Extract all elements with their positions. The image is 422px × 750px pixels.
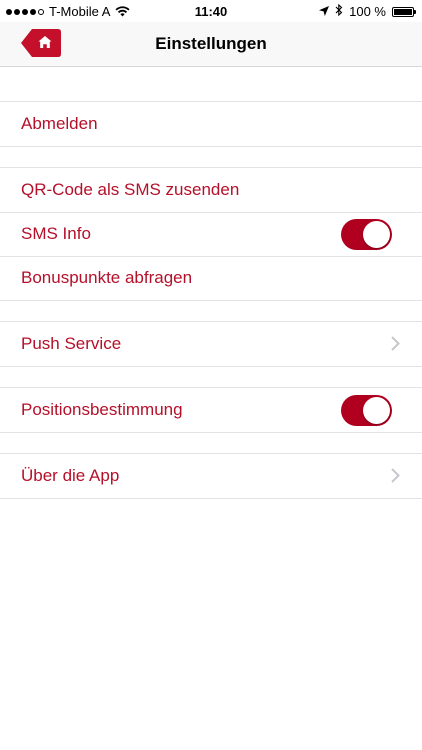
section-about: Über die App <box>0 453 422 499</box>
sms-info-row: SMS Info <box>0 212 422 256</box>
section-location: Positionsbestimmung <box>0 387 422 433</box>
location-label: Positionsbestimmung <box>21 400 183 419</box>
bonus-points-row[interactable]: Bonuspunkte abfragen <box>0 256 422 300</box>
sms-info-label: SMS Info <box>21 224 91 243</box>
battery-level-fill <box>394 8 412 15</box>
battery-icon <box>392 6 416 17</box>
toggle-knob <box>363 221 390 248</box>
status-bar: T-Mobile A 11:40 100 % <box>0 0 422 22</box>
section-spacer <box>0 433 422 453</box>
battery-percentage: 100 % <box>349 4 386 19</box>
section-account: Abmelden <box>0 101 422 147</box>
push-service-label: Push Service <box>21 334 122 353</box>
section-spacer <box>0 147 422 167</box>
about-app-row[interactable]: Über die App <box>0 454 422 498</box>
bluetooth-icon <box>335 3 343 19</box>
status-bar-right: 100 % <box>319 3 416 19</box>
navigation-bar: Einstellungen <box>0 22 422 67</box>
toggle-knob <box>363 397 390 424</box>
bonus-points-label: Bonuspunkte abfragen <box>21 268 193 287</box>
chevron-right-icon <box>391 468 400 483</box>
logout-row[interactable]: Abmelden <box>0 102 422 146</box>
section-sms: QR-Code als SMS zusenden SMS Info Bonusp… <box>0 167 422 301</box>
about-app-label: Über die App <box>21 466 120 485</box>
qr-code-sms-row[interactable]: QR-Code als SMS zusenden <box>0 168 422 212</box>
section-spacer <box>0 367 422 387</box>
settings-list: Abmelden QR-Code als SMS zusenden SMS In… <box>0 67 422 499</box>
section-push: Push Service <box>0 321 422 367</box>
qr-code-sms-label: QR-Code als SMS zusenden <box>21 180 240 199</box>
push-service-row[interactable]: Push Service <box>0 322 422 366</box>
section-spacer <box>0 301 422 321</box>
location-arrow-icon <box>319 4 330 19</box>
location-toggle[interactable] <box>341 395 392 426</box>
logout-label: Abmelden <box>21 114 98 133</box>
sms-info-toggle[interactable] <box>341 219 392 250</box>
location-row: Positionsbestimmung <box>0 388 422 432</box>
section-spacer <box>0 67 422 101</box>
page-title: Einstellungen <box>155 34 267 53</box>
chevron-right-icon <box>391 336 400 351</box>
